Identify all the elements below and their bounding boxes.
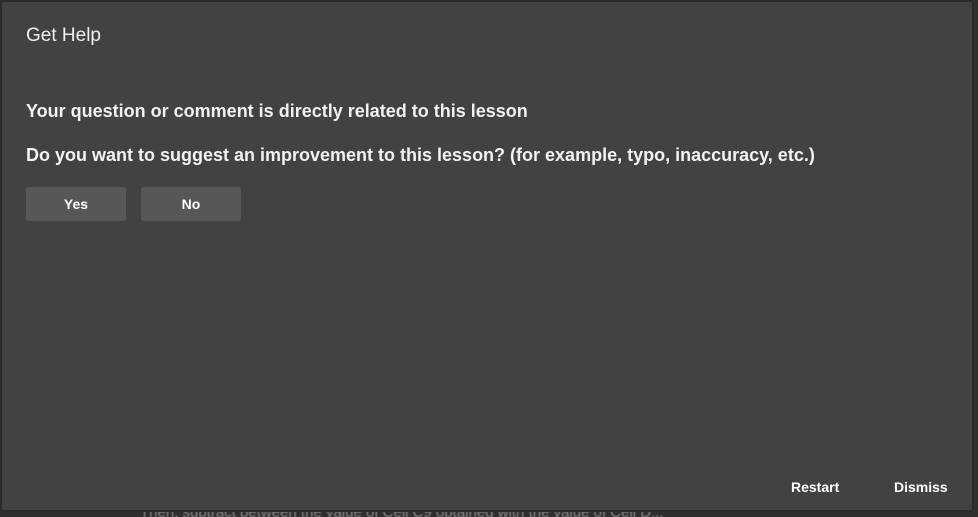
get-help-dialog: Get Help Your question or comment is dir… — [0, 0, 974, 512]
no-button[interactable]: No — [141, 187, 241, 221]
yes-button[interactable]: Yes — [26, 187, 126, 221]
dismiss-button[interactable]: Dismiss — [894, 479, 948, 495]
restart-button[interactable]: Restart — [791, 479, 839, 495]
dialog-statement: Your question or comment is directly rel… — [26, 101, 528, 121]
dialog-title: Get Help — [26, 25, 101, 46]
dialog-question: Do you want to suggest an improvement to… — [26, 145, 815, 165]
